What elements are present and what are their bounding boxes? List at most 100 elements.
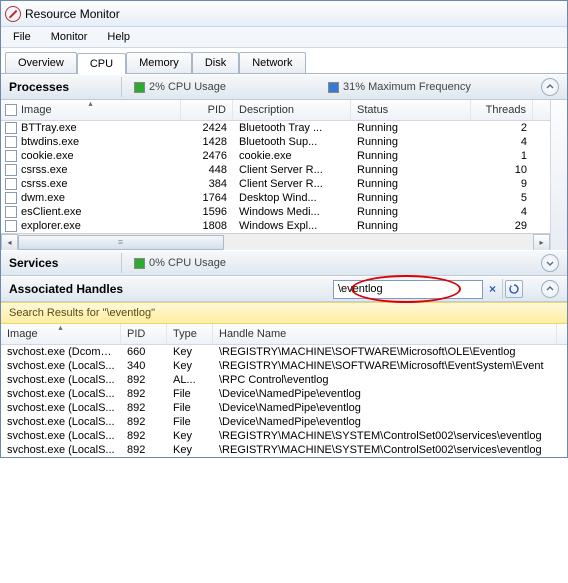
- chevron-down-icon: [545, 258, 555, 268]
- cell-desc: Client Server R...: [233, 178, 351, 190]
- row-checkbox[interactable]: [5, 206, 17, 218]
- cell-pid: 660: [121, 346, 167, 358]
- select-all-checkbox[interactable]: [5, 104, 17, 116]
- cell-threads: 1: [471, 150, 533, 162]
- search-results-banner: Search Results for "\eventlog": [1, 302, 567, 324]
- cell-type: Key: [167, 346, 213, 358]
- handles-header[interactable]: Associated Handles ×: [1, 276, 567, 302]
- cell-status: Running: [351, 136, 471, 148]
- col-pid[interactable]: PID: [181, 100, 233, 120]
- cell-image: svchost.exe (LocalS...: [1, 416, 121, 428]
- clear-search-button[interactable]: ×: [485, 282, 500, 296]
- row-checkbox[interactable]: [5, 136, 17, 148]
- cell-type: Key: [167, 360, 213, 372]
- col-desc[interactable]: Description: [233, 100, 351, 120]
- window-title: Resource Monitor: [25, 7, 120, 21]
- table-row[interactable]: explorer.exe1808Windows Expl...Running29: [1, 219, 550, 233]
- table-row[interactable]: svchost.exe (LocalS...892AL...\RPC Contr…: [1, 373, 567, 387]
- cell-image: esClient.exe: [1, 206, 181, 218]
- table-row[interactable]: BTTray.exe2424Bluetooth Tray ...Running2: [1, 121, 550, 135]
- swatch-green: [134, 82, 145, 93]
- table-row[interactable]: csrss.exe448Client Server R...Running10: [1, 163, 550, 177]
- cell-status: Running: [351, 164, 471, 176]
- cell-threads: 5: [471, 192, 533, 204]
- scroll-right-button[interactable]: ▸: [533, 234, 550, 251]
- tab-overview[interactable]: Overview: [5, 52, 77, 73]
- cell-name: \Device\NamedPipe\eventlog: [213, 402, 557, 414]
- cell-pid: 340: [121, 360, 167, 372]
- hcol-pid[interactable]: PID: [121, 324, 167, 344]
- processes-table-body: BTTray.exe2424Bluetooth Tray ...Running2…: [1, 121, 550, 233]
- processes-header[interactable]: Processes 2% CPU Usage 31% Maximum Frequ…: [1, 74, 567, 100]
- max-freq-label: 31% Maximum Frequency: [343, 81, 471, 93]
- services-header[interactable]: Services 0% CPU Usage: [1, 250, 567, 276]
- cell-status: Running: [351, 206, 471, 218]
- cell-image: btwdins.exe: [1, 136, 181, 148]
- row-checkbox[interactable]: [5, 192, 17, 204]
- cell-status: Running: [351, 150, 471, 162]
- vertical-scrollbar[interactable]: [550, 100, 567, 250]
- collapse-processes-button[interactable]: [541, 78, 559, 96]
- hcol-image[interactable]: Image: [1, 324, 121, 344]
- cell-pid: 892: [121, 402, 167, 414]
- row-checkbox[interactable]: [5, 164, 17, 176]
- table-row[interactable]: svchost.exe (LocalS...892File\Device\Nam…: [1, 387, 567, 401]
- handles-columns: Image PID Type Handle Name: [1, 324, 567, 345]
- cell-image: svchost.exe (LocalS...: [1, 444, 121, 456]
- tab-cpu[interactable]: CPU: [77, 53, 126, 74]
- table-row[interactable]: svchost.exe (LocalS...892Key\REGISTRY\MA…: [1, 429, 567, 443]
- divider: [121, 77, 122, 97]
- handles-table-body: svchost.exe (DcomL...660Key\REGISTRY\MAC…: [1, 345, 567, 457]
- horizontal-scrollbar[interactable]: ◂ ▸: [1, 233, 550, 250]
- col-image[interactable]: Image: [1, 100, 181, 120]
- hcol-type[interactable]: Type: [167, 324, 213, 344]
- cell-pid: 1596: [181, 206, 233, 218]
- table-row[interactable]: cookie.exe2476cookie.exeRunning1: [1, 149, 550, 163]
- table-row[interactable]: dwm.exe1764Desktop Wind...Running5: [1, 191, 550, 205]
- table-row[interactable]: svchost.exe (LocalS...340Key\REGISTRY\MA…: [1, 359, 567, 373]
- menu-monitor[interactable]: Monitor: [47, 29, 92, 45]
- table-row[interactable]: svchost.exe (LocalS...892File\Device\Nam…: [1, 401, 567, 415]
- table-row[interactable]: esClient.exe1596Windows Medi...Running4: [1, 205, 550, 219]
- cell-pid: 448: [181, 164, 233, 176]
- services-cpu-label: 0% CPU Usage: [149, 257, 226, 269]
- cell-threads: 29: [471, 220, 533, 232]
- cell-threads: 2: [471, 122, 533, 134]
- services-cpu-metric: 0% CPU Usage: [134, 257, 226, 269]
- cell-desc: Client Server R...: [233, 164, 351, 176]
- col-threads[interactable]: Threads: [471, 100, 533, 120]
- row-checkbox[interactable]: [5, 220, 17, 232]
- table-row[interactable]: svchost.exe (LocalS...892File\Device\Nam…: [1, 415, 567, 429]
- cell-name: \REGISTRY\MACHINE\SOFTWARE\Microsoft\Eve…: [213, 360, 557, 372]
- collapse-handles-button[interactable]: [541, 280, 559, 298]
- refresh-button[interactable]: [505, 280, 523, 298]
- tab-memory[interactable]: Memory: [126, 52, 192, 73]
- table-row[interactable]: btwdins.exe1428Bluetooth Sup...Running4: [1, 135, 550, 149]
- menu-file[interactable]: File: [9, 29, 35, 45]
- table-row[interactable]: svchost.exe (LocalS...892Key\REGISTRY\MA…: [1, 443, 567, 457]
- cell-name: \RPC Control\eventlog: [213, 374, 557, 386]
- row-checkbox[interactable]: [5, 122, 17, 134]
- tab-disk[interactable]: Disk: [192, 52, 239, 73]
- scroll-left-button[interactable]: ◂: [1, 234, 18, 251]
- col-status[interactable]: Status: [351, 100, 471, 120]
- table-row[interactable]: csrss.exe384Client Server R...Running9: [1, 177, 550, 191]
- table-row[interactable]: svchost.exe (DcomL...660Key\REGISTRY\MAC…: [1, 345, 567, 359]
- expand-services-button[interactable]: [541, 254, 559, 272]
- cell-threads: 4: [471, 206, 533, 218]
- cell-pid: 892: [121, 388, 167, 400]
- chevron-up-icon: [545, 284, 555, 294]
- scroll-track[interactable]: [18, 234, 533, 251]
- cell-pid: 1764: [181, 192, 233, 204]
- scroll-thumb[interactable]: [18, 235, 224, 250]
- tab-network[interactable]: Network: [239, 52, 305, 73]
- divider: [121, 253, 122, 273]
- menu-help[interactable]: Help: [103, 29, 134, 45]
- cell-name: \Device\NamedPipe\eventlog: [213, 388, 557, 400]
- swatch-green: [134, 258, 145, 269]
- row-checkbox[interactable]: [5, 178, 17, 190]
- row-checkbox[interactable]: [5, 150, 17, 162]
- hcol-name[interactable]: Handle Name: [213, 324, 557, 344]
- handles-search-input[interactable]: [333, 280, 483, 299]
- cpu-usage-metric: 2% CPU Usage: [134, 81, 226, 93]
